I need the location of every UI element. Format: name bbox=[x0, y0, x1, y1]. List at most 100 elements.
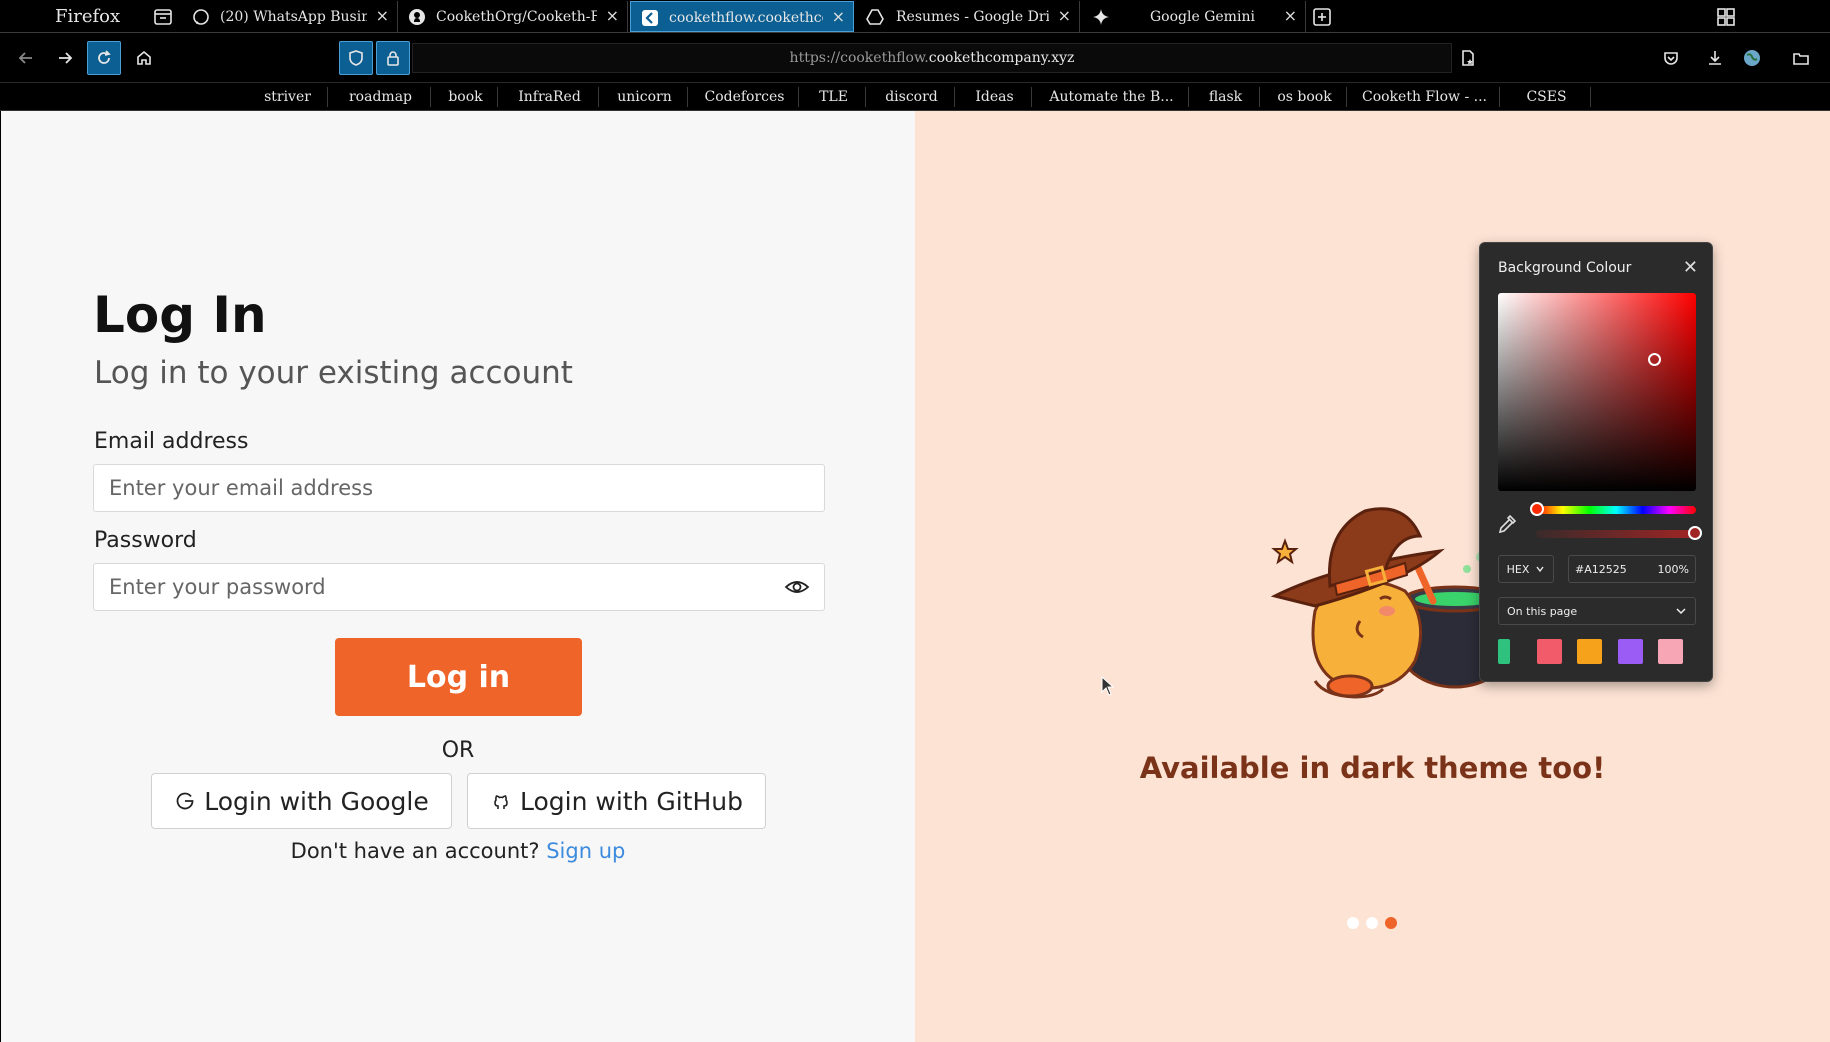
forward-button[interactable] bbox=[48, 41, 82, 75]
close-icon[interactable]: × bbox=[832, 7, 845, 26]
login-button[interactable]: Log in bbox=[335, 638, 582, 716]
bookmark-item[interactable]: TLE bbox=[802, 87, 866, 107]
globe-icon bbox=[1744, 50, 1760, 66]
tab-bar: Firefox (20) WhatsApp Business × Cooketh… bbox=[0, 0, 1830, 33]
eye-icon[interactable] bbox=[784, 577, 810, 597]
opacity-slider[interactable] bbox=[1536, 526, 1702, 540]
color-source-value: On this page bbox=[1507, 604, 1578, 618]
cooketh-icon bbox=[641, 9, 659, 27]
no-account-text: Don't have an account? bbox=[290, 839, 540, 863]
google-login-button[interactable]: Login with Google bbox=[151, 773, 452, 829]
saturation-handle[interactable] bbox=[1648, 353, 1661, 366]
extension-button[interactable] bbox=[1735, 41, 1769, 75]
tab-drive[interactable]: Resumes - Google Drive × bbox=[856, 1, 1080, 32]
bookmarks-bar: striver roadmap book InfraRed unicorn Co… bbox=[0, 83, 1830, 111]
tab-title: CookethOrg/Cooketh-Flow bbox=[436, 9, 597, 25]
bookmark-item[interactable]: CSES bbox=[1503, 87, 1591, 107]
eyedropper-icon[interactable] bbox=[1496, 513, 1518, 535]
saturation-value-area[interactable] bbox=[1498, 293, 1696, 491]
password-label: Password bbox=[94, 528, 197, 553]
bookmark-item[interactable]: striver bbox=[248, 87, 328, 107]
tab-title: Resumes - Google Drive bbox=[896, 9, 1049, 25]
tab-whatsapp[interactable]: (20) WhatsApp Business × bbox=[182, 1, 398, 32]
color-swatch[interactable] bbox=[1537, 639, 1562, 664]
arrow-left-icon bbox=[18, 52, 32, 64]
tab-grid-icon[interactable] bbox=[1715, 6, 1737, 28]
chevron-down-icon bbox=[1676, 608, 1686, 615]
downloads-button[interactable] bbox=[1698, 41, 1732, 75]
close-icon[interactable]: × bbox=[1058, 6, 1071, 25]
tab-cookethflow[interactable]: cookethflow.cookethcompa × bbox=[630, 1, 854, 32]
password-field[interactable] bbox=[93, 563, 825, 611]
bookmark-item[interactable]: flask bbox=[1192, 87, 1260, 107]
menu-button[interactable] bbox=[1784, 41, 1818, 75]
new-tab-icon[interactable] bbox=[1311, 6, 1333, 28]
color-swatch[interactable] bbox=[1498, 639, 1510, 664]
whatsapp-icon bbox=[192, 8, 210, 26]
browser-name: Firefox bbox=[55, 6, 121, 27]
promo-caption: Available in dark theme too! bbox=[1139, 751, 1606, 785]
carousel-dot-active[interactable] bbox=[1385, 917, 1397, 929]
color-swatch[interactable] bbox=[1577, 639, 1602, 664]
url-prefix: https://cookethflow. bbox=[789, 50, 929, 66]
mouse-cursor-icon bbox=[1101, 676, 1115, 696]
or-divider: OR bbox=[441, 738, 475, 763]
bookmark-item[interactable]: unicorn bbox=[602, 87, 688, 107]
tab-github[interactable]: CookethOrg/Cooketh-Flow × bbox=[398, 1, 628, 32]
bookmark-item[interactable]: Automate the B... bbox=[1035, 87, 1189, 107]
color-swatch[interactable] bbox=[1618, 639, 1643, 664]
hex-value: #A12525 bbox=[1575, 562, 1627, 576]
gemini-icon bbox=[1092, 8, 1110, 26]
home-button[interactable] bbox=[127, 41, 161, 75]
color-source-select[interactable]: On this page bbox=[1498, 597, 1696, 625]
page-star-icon bbox=[1462, 50, 1474, 66]
login-panel: Log In Log in to your existing account E… bbox=[1, 111, 915, 1042]
url-bar[interactable]: https://cookethflow. cookethcompany.xyz bbox=[412, 43, 1452, 73]
tracking-protection-button[interactable] bbox=[339, 41, 373, 75]
bookmark-item[interactable]: roadmap bbox=[331, 87, 431, 107]
bookmark-item[interactable]: InfraRed bbox=[501, 87, 599, 107]
close-icon[interactable]: × bbox=[606, 6, 619, 25]
carousel-dot[interactable] bbox=[1347, 917, 1359, 929]
page-subtitle: Log in to your existing account bbox=[94, 355, 573, 391]
color-format-value: HEX bbox=[1506, 562, 1530, 576]
github-login-button[interactable]: Login with GitHub bbox=[467, 773, 766, 829]
email-field[interactable] bbox=[93, 464, 825, 512]
page-action-button[interactable] bbox=[1451, 41, 1485, 75]
github-icon bbox=[494, 795, 508, 809]
url-domain: cookethcompany.xyz bbox=[928, 50, 1075, 66]
reload-button[interactable] bbox=[87, 41, 121, 75]
bookmark-item[interactable]: Codeforces bbox=[691, 87, 799, 107]
hex-input[interactable]: #A12525 100% bbox=[1568, 555, 1696, 583]
color-picker-popup: Background Colour ✕ HEX #A12525 100% On … bbox=[1479, 242, 1713, 682]
bookmark-item[interactable]: os book bbox=[1263, 87, 1347, 107]
site-security-button[interactable] bbox=[376, 41, 410, 75]
bookmark-item[interactable]: Cooketh Flow - ... bbox=[1350, 87, 1500, 107]
home-icon bbox=[137, 50, 151, 65]
page-title: Log In bbox=[93, 286, 267, 344]
tab-overview-icon[interactable] bbox=[152, 6, 174, 28]
close-icon[interactable]: × bbox=[1284, 6, 1297, 25]
shield-icon bbox=[349, 50, 363, 66]
carousel-dot[interactable] bbox=[1366, 917, 1378, 929]
tab-gemini[interactable]: Google Gemini × bbox=[1082, 1, 1306, 32]
navigation-bar: https://cookethflow. cookethcompany.xyz bbox=[0, 33, 1830, 83]
bookmark-item[interactable]: book bbox=[434, 87, 498, 107]
close-icon[interactable]: ✕ bbox=[1683, 257, 1698, 278]
bookmark-item[interactable]: Ideas bbox=[958, 87, 1032, 107]
lock-icon bbox=[387, 51, 399, 66]
color-swatch[interactable] bbox=[1658, 639, 1683, 664]
signup-link[interactable]: Sign up bbox=[546, 839, 625, 863]
opacity-handle[interactable] bbox=[1688, 526, 1702, 540]
close-icon[interactable]: × bbox=[376, 6, 389, 25]
bookmark-item[interactable]: discord bbox=[869, 87, 955, 107]
hue-handle[interactable] bbox=[1530, 502, 1544, 516]
email-label: Email address bbox=[94, 429, 249, 454]
pocket-button[interactable] bbox=[1654, 41, 1688, 75]
color-format-select[interactable]: HEX bbox=[1498, 555, 1554, 583]
folder-icon bbox=[1793, 53, 1809, 65]
arrow-right-icon bbox=[59, 52, 73, 64]
hue-slider[interactable] bbox=[1530, 502, 1696, 516]
tab-title: (20) WhatsApp Business bbox=[220, 9, 367, 25]
back-button[interactable] bbox=[9, 41, 43, 75]
